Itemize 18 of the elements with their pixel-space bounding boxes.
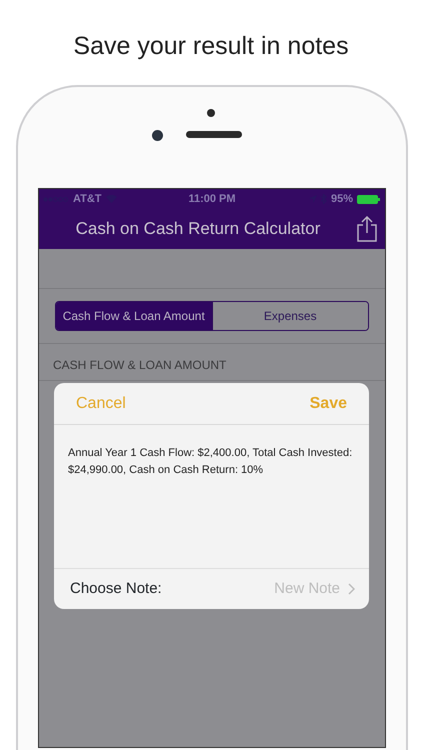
segment-tab[interactable]: Expenses (212, 302, 368, 330)
segment-tab[interactable]: Cash Flow & Loan Amount (56, 302, 212, 330)
section-header: CASH FLOW & LOAN AMOUNT (53, 358, 226, 372)
chevron-icon (348, 583, 355, 595)
cancel-button[interactable]: Cancel (76, 392, 126, 416)
camera-icon (152, 130, 163, 141)
speaker-icon (186, 131, 242, 138)
share-icon[interactable] (357, 216, 377, 242)
save-button[interactable]: Save (310, 392, 347, 416)
battery-icon (357, 194, 381, 204)
nav-title: Cash on Cash Return Calculator (76, 219, 320, 238)
sensor-icon (207, 109, 215, 117)
clock-time: 11:00 PM (188, 192, 236, 205)
carrier-name: AT&T (73, 192, 102, 207)
note-text: Annual Year 1 Cash Flow: $2,400.00, Total Cash Invested: $24,990.00, Cash on Cash Return: 10% (68, 447, 352, 476)
headline: Save your result in notes (72, 31, 350, 62)
choose-note-label: Choose Note: (70, 578, 162, 599)
battery-percent: 95% (330, 192, 353, 207)
